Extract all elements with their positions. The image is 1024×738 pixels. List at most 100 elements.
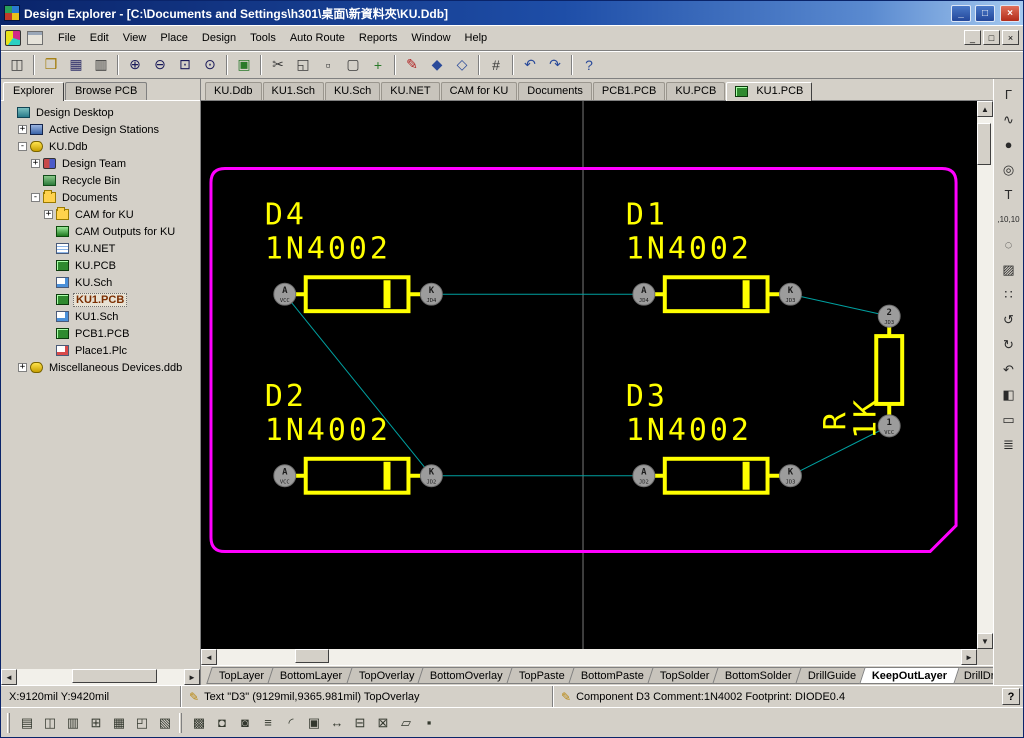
bottom-tool-text[interactable]: ▣ xyxy=(303,712,325,734)
place-coordinate-tool[interactable]: ,10,10 xyxy=(997,208,1021,231)
copy-button[interactable]: ◱ xyxy=(291,53,315,76)
place-track-tool[interactable]: Γ xyxy=(997,83,1021,106)
tree-item-ku-sch[interactable]: +KU.Sch xyxy=(3,274,200,291)
scrollbar-track[interactable] xyxy=(217,649,961,665)
bottom-tool-vias[interactable]: ◙ xyxy=(234,712,256,734)
scroll-left-button[interactable]: ◄ xyxy=(201,649,217,665)
menu-view[interactable]: View xyxy=(116,29,154,47)
open-document-button[interactable]: ❒ xyxy=(39,53,63,76)
restore-button[interactable]: □ xyxy=(975,5,995,22)
pcb-canvas[interactable]: AVCCKJD4D41N4002AJD4KJD3D11N4002AVCCKJD2… xyxy=(201,101,977,649)
component-d2[interactable]: AVCCKJD2D21N4002 xyxy=(265,379,443,493)
context-help-button[interactable]: ? xyxy=(1002,688,1020,705)
bottom-tool-align[interactable]: ⊟ xyxy=(349,712,371,734)
tree-item-pcb1-pcb[interactable]: +PCB1.PCB xyxy=(3,325,200,342)
select-area-button[interactable]: ▫ xyxy=(316,53,340,76)
menu-window[interactable]: Window xyxy=(404,29,457,47)
document-tab-ku-sch[interactable]: KU.Sch xyxy=(325,82,380,100)
tree-item-documents[interactable]: -Documents xyxy=(3,189,200,206)
menu-design[interactable]: Design xyxy=(195,29,243,47)
zoom-out-button[interactable]: ⊖ xyxy=(148,53,172,76)
split-plane-tool[interactable]: ◧ xyxy=(997,383,1021,406)
layer-tab-topoverlay[interactable]: TopOverlay xyxy=(346,667,427,684)
print-button[interactable]: ▥ xyxy=(89,53,113,76)
layer-tab-drillguide[interactable]: DrillGuide xyxy=(795,667,869,684)
canvas-vertical-scrollbar[interactable]: ▲ ▼ xyxy=(977,101,993,649)
layer-tab-topsolder[interactable]: TopSolder xyxy=(647,667,722,684)
menu-help[interactable]: Help xyxy=(458,29,495,47)
place-fill-tool[interactable]: ▨ xyxy=(997,258,1021,281)
place-string-tool[interactable]: T xyxy=(997,183,1021,206)
bottom-tool-arcs[interactable]: ◜ xyxy=(280,712,302,734)
document-shortcut-icon[interactable] xyxy=(27,31,43,45)
tree-item-cam-outputs-for-ku[interactable]: +CAM Outputs for KU xyxy=(3,223,200,240)
tree-item-ku-net[interactable]: +KU.NET xyxy=(3,240,200,257)
bottom-tool-dimension[interactable]: ↔ xyxy=(326,712,348,734)
layer-tab-bottompaste[interactable]: BottomPaste xyxy=(568,667,657,684)
bottom-tool-route[interactable]: ◰ xyxy=(131,712,153,734)
menu-tools[interactable]: Tools xyxy=(243,29,283,47)
grid-toggle-button[interactable]: # xyxy=(484,53,508,76)
document-tab-ku-ddb[interactable]: KU.Ddb xyxy=(205,82,262,100)
tree-expander[interactable]: - xyxy=(31,193,40,202)
scrollbar-track[interactable] xyxy=(17,669,184,685)
layer-tab-bottomsolder[interactable]: BottomSolder xyxy=(713,667,805,684)
cut-button[interactable]: ✂ xyxy=(266,53,290,76)
bottom-tool-tracks[interactable]: ≡ xyxy=(257,712,279,734)
redo-button[interactable]: ↷ xyxy=(543,53,567,76)
document-tab-ku1-pcb[interactable]: KU1.PCB xyxy=(726,82,812,101)
component-d1[interactable]: AJD4KJD3D11N4002 xyxy=(626,197,802,311)
tree-expander[interactable]: + xyxy=(18,125,27,134)
tree-item-ku1-pcb[interactable]: +KU1.PCB xyxy=(3,291,200,308)
panel-tab-explorer[interactable]: Explorer xyxy=(3,82,64,101)
rotate-step-tool[interactable]: ↶ xyxy=(997,358,1021,381)
canvas-horizontal-scrollbar[interactable]: ◄ ► xyxy=(201,649,977,665)
component-d3[interactable]: AJD2KJD3D31N4002 xyxy=(626,379,802,493)
scroll-right-button[interactable]: ► xyxy=(961,649,977,665)
menu-reports[interactable]: Reports xyxy=(352,29,405,47)
bottom-tool-rooms[interactable]: ▱ xyxy=(395,712,417,734)
zoom-point-button[interactable]: ⊙ xyxy=(198,53,222,76)
scrollbar-thumb[interactable] xyxy=(977,123,991,165)
bottom-tool-footprint[interactable]: ◫ xyxy=(39,712,61,734)
zoom-area-button[interactable]: ⊡ xyxy=(173,53,197,76)
snapshot-button[interactable]: ▣ xyxy=(232,53,256,76)
toggle-panels-button[interactable]: ◫ xyxy=(5,53,29,76)
menu-place[interactable]: Place xyxy=(153,29,195,47)
document-tab-ku1-sch[interactable]: KU1.Sch xyxy=(263,82,324,100)
document-tab-ku-net[interactable]: KU.NET xyxy=(381,82,439,100)
document-tab-pcb1-pcb[interactable]: PCB1.PCB xyxy=(593,82,665,100)
rotate-ccw-tool[interactable]: ↺ xyxy=(997,308,1021,331)
bottom-tool-pads[interactable]: ◘ xyxy=(211,712,233,734)
panel-tab-browse-pcb[interactable]: Browse PCB xyxy=(65,82,147,100)
tree-expander[interactable]: + xyxy=(44,210,53,219)
tree-item-design-desktop[interactable]: +Design Desktop xyxy=(3,104,200,121)
layer-tab-bottomlayer[interactable]: BottomLayer xyxy=(268,667,356,684)
tree-item-miscellaneous-devices-ddb[interactable]: +Miscellaneous Devices.ddb xyxy=(3,359,200,376)
bottom-tool-3d[interactable]: ▪ xyxy=(418,712,440,734)
tree-item-place1-plc[interactable]: +Place1.Plc xyxy=(3,342,200,359)
bottom-tool-distribute[interactable]: ⊠ xyxy=(372,712,394,734)
tree-item-ku-ddb[interactable]: -KU.Ddb xyxy=(3,138,200,155)
scrollbar-thumb[interactable] xyxy=(295,649,329,663)
bottom-tool-board[interactable]: ▦ xyxy=(108,712,130,734)
drc-online-button[interactable]: ◆ xyxy=(425,53,449,76)
document-tab-cam-for-ku[interactable]: CAM for KU xyxy=(441,82,518,100)
place-arc-tool[interactable]: ∿ xyxy=(997,108,1021,131)
panel-horizontal-scrollbar[interactable]: ◄ ► xyxy=(1,669,200,685)
place-pad-tool[interactable]: ● xyxy=(997,133,1021,156)
tree-item-cam-for-ku[interactable]: +CAM for KU xyxy=(3,206,200,223)
layer-tab-keepoutlayer[interactable]: KeepOutLayer xyxy=(860,667,961,684)
place-via-tool[interactable]: ◎ xyxy=(997,158,1021,181)
layer-stack-tool[interactable]: ≣ xyxy=(997,433,1021,456)
place-room-tool[interactable]: ▭ xyxy=(997,408,1021,431)
mdi-restore-button[interactable]: □ xyxy=(983,30,1000,45)
place-dashed-outline-tool[interactable]: ◌ xyxy=(997,233,1021,256)
tree-item-ku-pcb[interactable]: +KU.PCB xyxy=(3,257,200,274)
help-button[interactable]: ? xyxy=(577,53,601,76)
undo-button[interactable]: ↶ xyxy=(518,53,542,76)
document-tab-documents[interactable]: Documents xyxy=(518,82,592,100)
bottom-tool-netlist[interactable]: ⊞ xyxy=(85,712,107,734)
bottom-tool-plane[interactable]: ▧ xyxy=(154,712,176,734)
save-button[interactable]: ▦ xyxy=(64,53,88,76)
